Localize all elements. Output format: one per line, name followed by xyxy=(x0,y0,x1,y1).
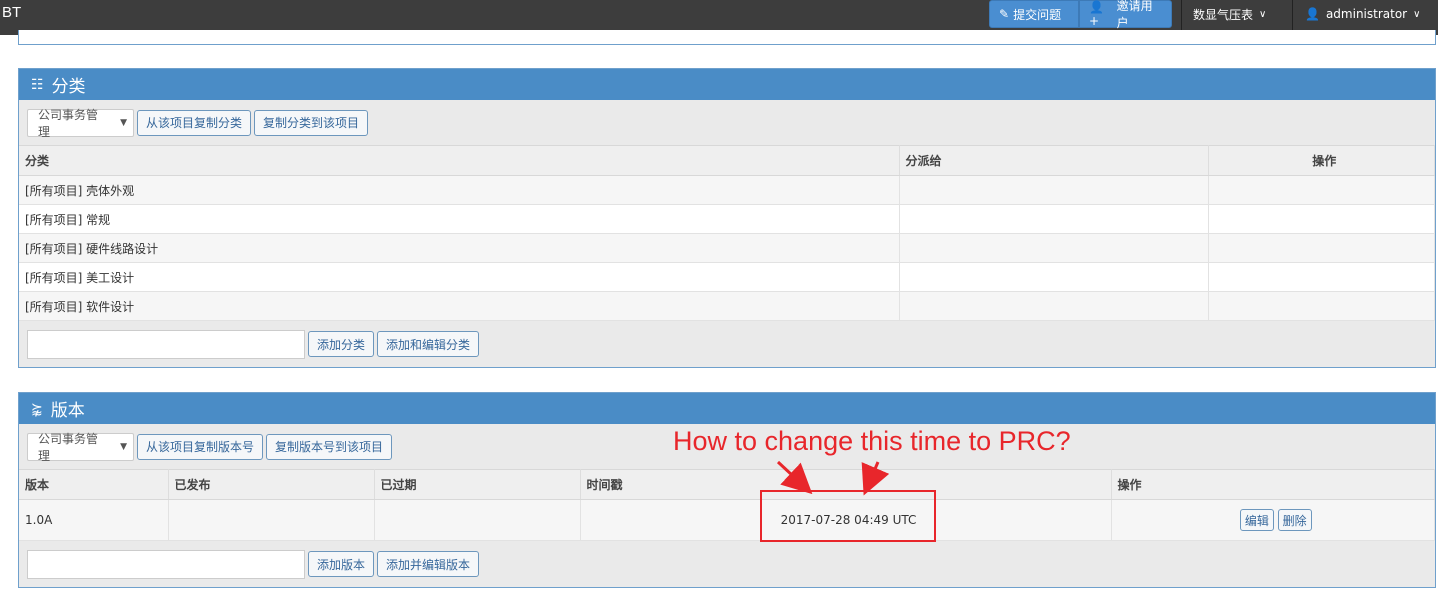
caret-down-icon: ▼ xyxy=(120,117,127,128)
category-assigned xyxy=(899,262,1209,292)
project-selector-dropdown[interactable]: 数显气压表 ∨ xyxy=(1193,0,1266,28)
annotation-box xyxy=(760,490,936,542)
chevron-down-icon: ∨ xyxy=(1413,8,1421,20)
version-actions: 编辑 删除 xyxy=(1111,499,1435,541)
categories-title: 分类 xyxy=(51,77,86,97)
column-header-actions: 操作 xyxy=(1208,145,1435,176)
category-assigned xyxy=(899,204,1209,234)
column-header-assigned: 分派给 xyxy=(899,145,1209,176)
category-name: [所有项目] 美工设计 xyxy=(19,262,900,292)
chevron-down-icon: ∨ xyxy=(1259,8,1267,20)
versions-header: ⪺ 版本 xyxy=(19,393,1435,424)
delete-version-button[interactable]: 删除 xyxy=(1277,509,1312,531)
add-version-button[interactable]: 添加版本 xyxy=(308,551,375,577)
new-version-input[interactable] xyxy=(27,549,305,579)
column-header-category: 分类 xyxy=(19,145,900,176)
category-name: [所有项目] 硬件线路设计 xyxy=(19,233,900,263)
caret-down-icon: ▼ xyxy=(120,441,127,452)
table-row: [所有项目] 壳体外观 xyxy=(19,175,1435,205)
edit-icon: ✎ xyxy=(999,7,1010,21)
user-icon: 👤 xyxy=(1305,7,1320,21)
table-row: [所有项目] 软件设计 xyxy=(19,291,1435,321)
add-edit-version-button[interactable]: 添加并编辑版本 xyxy=(377,551,480,577)
share-icon: ⪺ xyxy=(31,400,43,417)
column-header-obsolete: 已过期 xyxy=(374,469,581,500)
categories-table: 分类 分派给 操作 [所有项目] 壳体外观 [所有项目] 常规 [所有项目] 硬… xyxy=(19,145,1435,321)
version-name: 1.0A xyxy=(19,499,169,541)
user-plus-icon: 👤+ xyxy=(1089,0,1104,28)
categories-add-bar: 添加分类 添加和编辑分类 xyxy=(19,321,1435,367)
categories-header: ☷ 分类 xyxy=(19,69,1435,100)
copy-versions-from-button[interactable]: 从该项目复制版本号 xyxy=(137,433,264,460)
invite-users-label: 邀请用户 xyxy=(1116,0,1153,30)
previous-panel-bottom xyxy=(18,30,1436,45)
table-row: [所有项目] 美工设计 xyxy=(19,262,1435,292)
version-obsolete xyxy=(374,499,581,541)
versions-panel: ⪺ 版本 公司事务管理 ▼ 从该项目复制版本号 复制版本号到该项目 版本 已发布… xyxy=(18,392,1436,588)
new-category-input[interactable] xyxy=(27,329,305,359)
edit-version-button[interactable]: 编辑 xyxy=(1239,509,1274,531)
category-actions xyxy=(1208,175,1435,205)
category-name: [所有项目] 常规 xyxy=(19,204,900,234)
category-name: [所有项目] 壳体外观 xyxy=(19,175,900,205)
table-row: 1.0A 2017-07-28 04:49 UTC 编辑 删除 xyxy=(19,499,1435,541)
copy-categories-from-button[interactable]: 从该项目复制分类 xyxy=(137,109,252,136)
report-issue-label: 提交问题 xyxy=(1013,7,1062,22)
add-category-button[interactable]: 添加分类 xyxy=(308,331,375,357)
category-assigned xyxy=(899,291,1209,321)
column-header-version: 版本 xyxy=(19,469,169,500)
column-header-actions: 操作 xyxy=(1111,469,1435,500)
category-assigned xyxy=(899,175,1209,205)
brand-logo[interactable]: BT xyxy=(2,4,21,21)
category-name: [所有项目] 软件设计 xyxy=(19,291,900,321)
category-actions xyxy=(1208,233,1435,263)
category-actions xyxy=(1208,204,1435,234)
versions-table: 版本 已发布 已过期 时间戳 操作 1.0A 2017-07-28 04:49 … xyxy=(19,469,1435,541)
versions-title: 版本 xyxy=(50,401,85,421)
versions-project-select[interactable]: 公司事务管理 ▼ xyxy=(27,431,134,463)
copy-categories-to-button[interactable]: 复制分类到该项目 xyxy=(254,109,369,136)
version-released xyxy=(168,499,375,541)
project-selector-label: 数显气压表 xyxy=(1193,7,1254,22)
categories-panel: ☷ 分类 公司事务管理 ▼ 从该项目复制分类 复制分类到该项目 分类 分派给 操… xyxy=(18,68,1436,368)
copy-versions-to-button[interactable]: 复制版本号到该项目 xyxy=(266,433,393,460)
categories-toolbar: 公司事务管理 ▼ 从该项目复制分类 复制分类到该项目 xyxy=(19,100,1435,145)
category-actions xyxy=(1208,291,1435,321)
user-menu-dropdown[interactable]: 👤 administrator ∨ xyxy=(1305,0,1420,28)
category-assigned xyxy=(899,233,1209,263)
add-edit-category-button[interactable]: 添加和编辑分类 xyxy=(377,331,480,357)
invite-users-button[interactable]: 👤+ 邀请用户 xyxy=(1079,0,1172,30)
categories-project-select-value: 公司事务管理 xyxy=(38,107,99,139)
category-actions xyxy=(1208,262,1435,292)
annotation-text: How to change this time to PRC? xyxy=(673,426,1071,456)
versions-project-select-value: 公司事务管理 xyxy=(38,431,99,463)
table-row: [所有项目] 硬件线路设计 xyxy=(19,233,1435,263)
categories-project-select[interactable]: 公司事务管理 ▼ xyxy=(27,107,134,139)
report-issue-button[interactable]: ✎ 提交问题 xyxy=(989,0,1079,28)
user-menu-label: administrator xyxy=(1325,7,1408,21)
sitemap-icon: ☷ xyxy=(31,76,44,93)
table-row: [所有项目] 常规 xyxy=(19,204,1435,234)
versions-add-bar: 添加版本 添加并编辑版本 xyxy=(19,541,1435,587)
column-header-released: 已发布 xyxy=(168,469,375,500)
navbar-button-group: ✎ 提交问题 👤+ 邀请用户 xyxy=(989,0,1172,30)
